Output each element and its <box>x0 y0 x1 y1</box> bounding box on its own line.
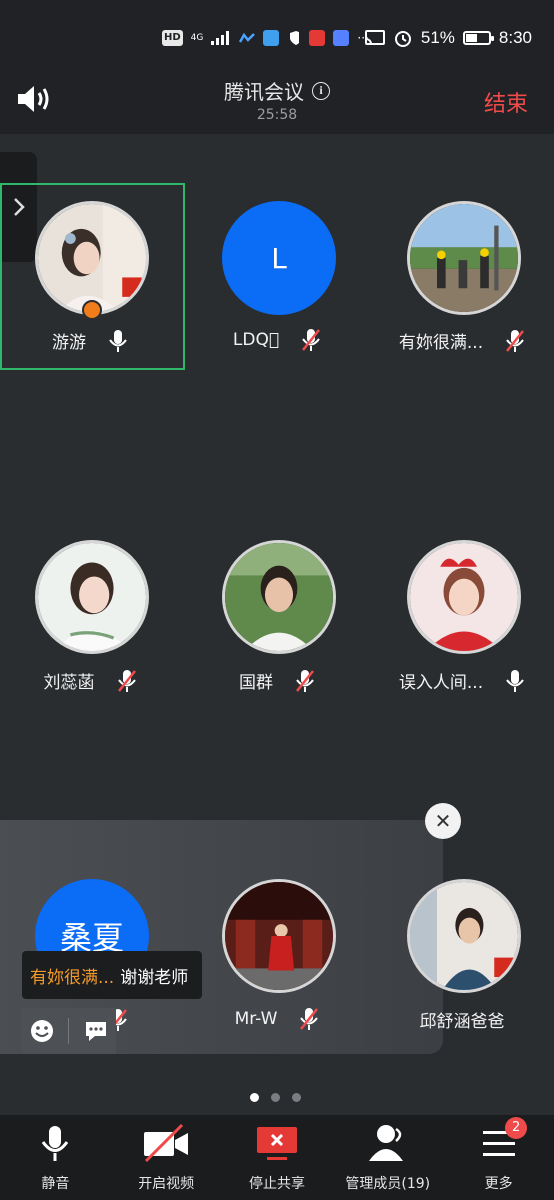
mic-muted-icon <box>506 329 525 352</box>
share-label: 停止共享 <box>248 1176 305 1192</box>
mute-button[interactable]: 静音 <box>0 1115 111 1200</box>
mic-muted-icon <box>117 669 136 692</box>
participant-name: 误入人间... <box>398 673 484 693</box>
close-share-preview-button[interactable]: ✕ <box>425 803 461 839</box>
hd-icon: HD <box>162 30 183 46</box>
chat-message: 谢谢老师 <box>120 967 189 988</box>
avatar-photo <box>225 882 333 990</box>
avatar-photo <box>38 543 146 651</box>
mic-on-icon <box>109 329 127 352</box>
page-dot[interactable] <box>292 1093 301 1102</box>
chat-message-bubble[interactable]: 有妳很满... 谢谢老师 <box>22 951 202 999</box>
participant-tile[interactable]: 国群 <box>187 523 367 703</box>
recorder-app-icon <box>309 30 326 46</box>
avatar-letter: L <box>271 241 287 275</box>
microphone-icon <box>42 1126 69 1161</box>
participant-avatar <box>407 879 521 993</box>
participant-avatar <box>407 540 521 654</box>
participant-tile[interactable]: 邱舒涵爸爸 <box>372 862 552 1042</box>
meeting-title[interactable]: 腾讯会议 i <box>224 76 330 105</box>
participant-tile[interactable]: 刘蕊菡 <box>0 523 180 703</box>
meeting-title-text: 腾讯会议 <box>224 80 304 104</box>
divider <box>68 1018 70 1044</box>
bottom-toolbar: 静音 开启视频 停止共享 管理成员(19) 2 更多 <box>0 1115 554 1200</box>
cast-icon <box>364 30 385 45</box>
clock: 8:30 <box>498 28 532 47</box>
stop-share-button[interactable]: 停止共享 <box>222 1115 333 1200</box>
members-label: 管理成员(19) <box>345 1176 431 1192</box>
participant-avatar: L <box>222 201 336 315</box>
manage-members-button[interactable]: 管理成员(19) <box>332 1115 443 1200</box>
meeting-timer: 25:58 <box>256 107 298 123</box>
participant-avatar <box>35 201 149 315</box>
participant-avatar <box>222 540 336 654</box>
mic-muted-icon <box>296 669 314 692</box>
participant-name: Mr-W <box>234 1009 278 1029</box>
network-4g-icon: 4G <box>190 32 204 43</box>
shield-icon <box>290 31 300 45</box>
end-meeting-button[interactable]: 结束 <box>484 86 528 118</box>
video-off-icon <box>144 1123 189 1163</box>
page-indicator <box>250 1093 301 1102</box>
page-dot[interactable] <box>271 1093 280 1102</box>
participant-tile[interactable]: Mr-W <box>187 862 367 1042</box>
participant-tile[interactable]: 游游 <box>0 184 180 364</box>
mic-muted-icon <box>300 1008 319 1030</box>
app-icon <box>333 30 350 46</box>
mic-muted-icon <box>302 329 321 351</box>
participant-avatar <box>222 879 336 993</box>
meeting-header: 腾讯会议 i 25:58 结束 <box>0 70 554 134</box>
signal-icon <box>211 31 230 45</box>
participant-tile[interactable]: 误入人间... <box>372 523 552 703</box>
info-icon[interactable]: i <box>312 81 330 100</box>
avatar-photo <box>410 882 518 990</box>
participant-name: 邱舒涵爸爸 <box>419 1012 505 1032</box>
battery-icon <box>462 31 494 45</box>
participant-tile[interactable]: 有妳很满... <box>372 184 552 364</box>
chat-actions <box>22 1008 116 1054</box>
battery-fill <box>465 34 477 42</box>
participant-name: 游游 <box>52 333 86 353</box>
members-icon <box>368 1125 403 1161</box>
battery-percent: 51% <box>420 28 455 47</box>
participant-tile[interactable]: L LDQ  <box>187 184 367 364</box>
participant-avatar <box>407 201 521 315</box>
avatar-photo <box>410 543 518 651</box>
network-gen-label: 4G <box>190 32 204 43</box>
message-app-icon <box>263 30 280 46</box>
avatar-photo <box>225 543 333 651</box>
stop-share-icon <box>256 1127 297 1160</box>
emoji-icon[interactable] <box>29 1018 55 1044</box>
participant-name: 有妳很满... <box>398 333 484 353</box>
alarm-icon <box>394 31 411 47</box>
more-label: 更多 <box>484 1176 513 1192</box>
status-bar: HD 4G ··· 51% 8:30 <box>0 0 554 70</box>
mic-on-icon <box>506 669 524 692</box>
page-dot[interactable] <box>250 1093 259 1102</box>
chat-sender: 有妳很满... <box>30 967 115 988</box>
participant-name: LDQ  <box>232 330 280 350</box>
participant-name: 国群 <box>239 673 273 693</box>
app-notification-icon <box>239 32 256 43</box>
start-video-button[interactable]: 开启视频 <box>111 1115 222 1200</box>
mute-label: 静音 <box>41 1176 70 1192</box>
avatar-photo <box>38 204 146 312</box>
avatar-photo <box>410 204 518 312</box>
chat-icon[interactable] <box>83 1018 109 1044</box>
more-badge: 2 <box>505 1117 528 1139</box>
host-badge-icon <box>82 300 102 320</box>
more-button[interactable]: 2 更多 <box>443 1115 554 1200</box>
participant-avatar <box>35 540 149 654</box>
participant-name: 刘蕊菡 <box>43 673 95 693</box>
video-label: 开启视频 <box>138 1176 195 1192</box>
